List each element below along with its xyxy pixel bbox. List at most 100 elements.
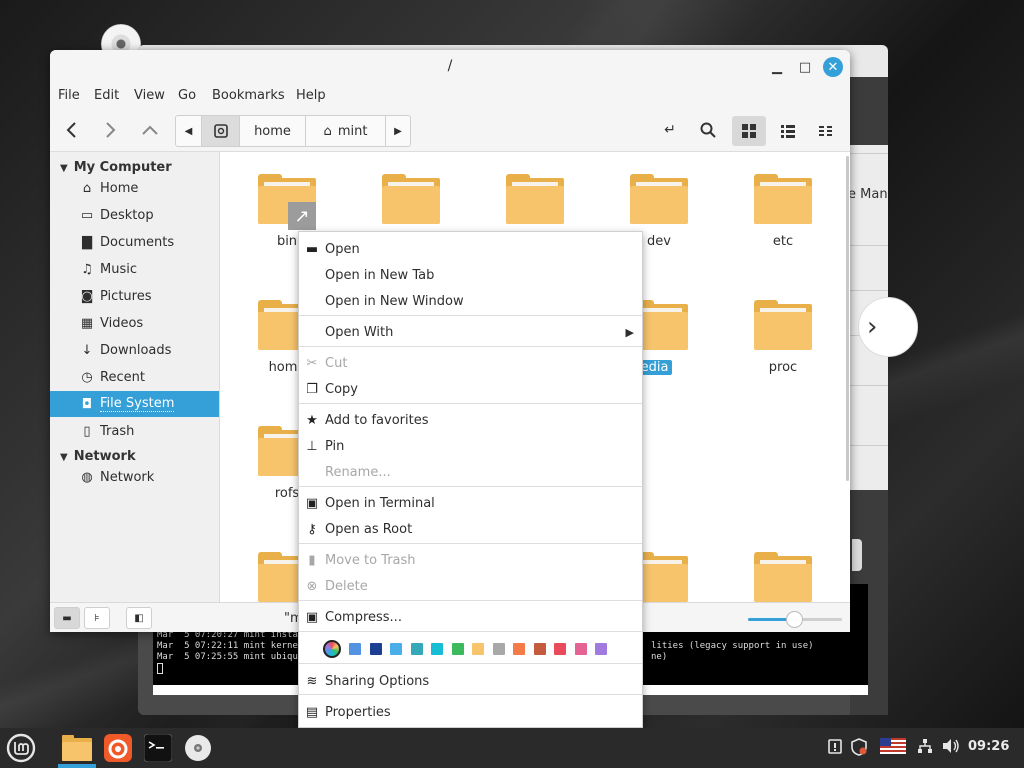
menu-item-compress[interactable]: ▣ Compress... [299,604,642,630]
home-icon: ⌂ [82,180,92,196]
close-button[interactable]: ✕ [823,57,843,77]
keyboard-layout-flag-icon[interactable] [879,738,907,754]
sidebar-item-documents[interactable]: ▇ Documents [50,229,219,255]
menu-item-properties[interactable]: ▤ Properties [299,699,642,725]
taskbar-files[interactable] [61,732,93,764]
color-swatch[interactable] [472,643,484,655]
minimize-button[interactable]: ▁ [767,57,787,77]
color-swatch[interactable] [369,643,382,655]
volume-icon[interactable] [940,738,962,754]
sidebar-item-videos[interactable]: ▦ Videos [50,310,219,336]
firefox-icon [104,734,132,762]
search-button[interactable] [694,116,722,144]
menu-item-open[interactable]: ▬ Open [299,236,642,262]
sidebar-item-file-system[interactable]: ◘ File System [50,391,219,417]
folder-front [754,564,812,602]
zoom-slider-knob[interactable] [786,611,803,628]
color-swatch[interactable] [554,643,566,655]
taskbar-firefox[interactable] [102,732,134,764]
menu-file[interactable]: File [58,88,80,103]
home-icon: ⌂ [323,123,332,139]
folder-icon[interactable] [382,174,440,224]
menu-bookmarks[interactable]: Bookmarks [212,88,285,103]
color-swatch[interactable] [451,643,464,655]
up-button[interactable] [136,116,164,144]
sidebar-item-home[interactable]: ⌂ Home [50,175,219,201]
menu-edit[interactable]: Edit [94,88,119,103]
sidebar-item-downloads[interactable]: ↓ Downloads [50,337,219,363]
titlebar[interactable]: / ▁ □ ✕ [50,50,850,84]
color-swatch[interactable] [410,643,423,655]
breadcrumb-mint[interactable]: ⌂ mint [306,116,386,146]
folder-icon[interactable] [754,174,812,224]
color-swatch[interactable] [513,643,525,655]
color-wheel-icon[interactable] [323,640,341,658]
sidebar-section-0[interactable]: ▼ My Computer [60,160,172,175]
sidebar-item-desktop[interactable]: ▭ Desktop [50,202,219,228]
location-toggle-button[interactable]: ↵ [656,116,684,144]
menu-item-open-in-new-window[interactable]: Open in New Window [299,288,642,314]
menu-item-copy[interactable]: ❐ Copy [299,376,642,402]
menu-item-open-in-terminal[interactable]: ▣ Open in Terminal [299,490,642,516]
color-swatch[interactable] [390,643,402,655]
menu-item-pin[interactable]: ⊥ Pin [299,433,642,459]
folder-label[interactable]: etc [738,234,828,249]
folder-icon[interactable] [754,552,812,602]
download-icon: ↓ [81,342,93,358]
hide-sidebar-button[interactable]: ◧ [126,607,152,629]
menu-item-sharing-options[interactable]: ≋ Sharing Options [299,668,642,694]
breadcrumb-next[interactable]: ▶ [386,116,410,146]
breadcrumb-mint-label: mint [337,123,368,139]
breadcrumb-home[interactable]: home [240,116,306,146]
update-manager-icon[interactable] [826,738,844,754]
menu-item-open-in-new-tab[interactable]: Open in New Tab [299,262,642,288]
color-swatch[interactable] [533,643,546,655]
menu-item-label: Copy [325,381,358,397]
sidebar-item-network[interactable]: ◍ Network [50,464,219,490]
background-button[interactable] [852,539,862,571]
start-menu-button[interactable] [5,732,37,764]
list-view-button[interactable] [771,116,805,146]
color-swatch[interactable] [349,643,361,655]
menu-item-label: Properties [325,704,391,720]
zoom-slider[interactable] [748,611,842,628]
color-swatch[interactable] [431,643,443,655]
taskbar-disc[interactable] [182,732,214,764]
vertical-scrollbar[interactable] [846,156,849,481]
icon-view-button[interactable] [732,116,766,146]
color-swatch[interactable] [574,643,587,655]
sidebar-item-recent[interactable]: ◷ Recent [50,364,219,390]
menu-go[interactable]: Go [178,88,196,103]
submenu-arrow-icon: ▶ [625,325,634,339]
color-swatch[interactable] [595,643,607,655]
sidebar-item-pictures[interactable]: ◙ Pictures [50,283,219,309]
show-places-button[interactable]: ▬ [54,607,80,629]
network-icon[interactable] [915,738,935,754]
folder-icon[interactable] [630,174,688,224]
folder-label[interactable]: proc [738,360,828,375]
compact-view-button[interactable] [809,116,843,146]
terminal-icon: ▣ [305,495,319,511]
back-button[interactable] [58,116,86,144]
sidebar-item-label: Network [100,469,155,485]
show-tree-button[interactable]: ⊧ [84,607,110,629]
clock[interactable]: 09:26 [968,739,1009,754]
color-swatch[interactable] [492,643,505,655]
menu-item-open-as-root[interactable]: ⚷ Open as Root [299,516,642,542]
taskbar-terminal[interactable] [142,732,174,764]
shield-icon[interactable] [850,738,868,756]
menu-item-open-with[interactable]: Open With ▶ [299,319,642,345]
menu-help[interactable]: Help [296,88,326,103]
folder-icon[interactable] [506,174,564,224]
forward-button[interactable] [96,116,124,144]
sidebar-item-music[interactable]: ♫ Music [50,256,219,282]
breadcrumb-root[interactable] [202,116,240,146]
menu-view[interactable]: View [134,88,165,103]
sidebar-section-1[interactable]: ▼ Network [60,449,136,464]
next-arrow-button[interactable]: › [858,297,918,357]
sidebar-item-trash[interactable]: ▯ Trash [50,418,219,444]
folder-icon[interactable] [754,300,812,350]
maximize-button[interactable]: □ [795,57,815,77]
breadcrumb-prev[interactable]: ◀ [176,116,202,146]
menu-item-add-to-favorites[interactable]: ★ Add to favorites [299,407,642,433]
